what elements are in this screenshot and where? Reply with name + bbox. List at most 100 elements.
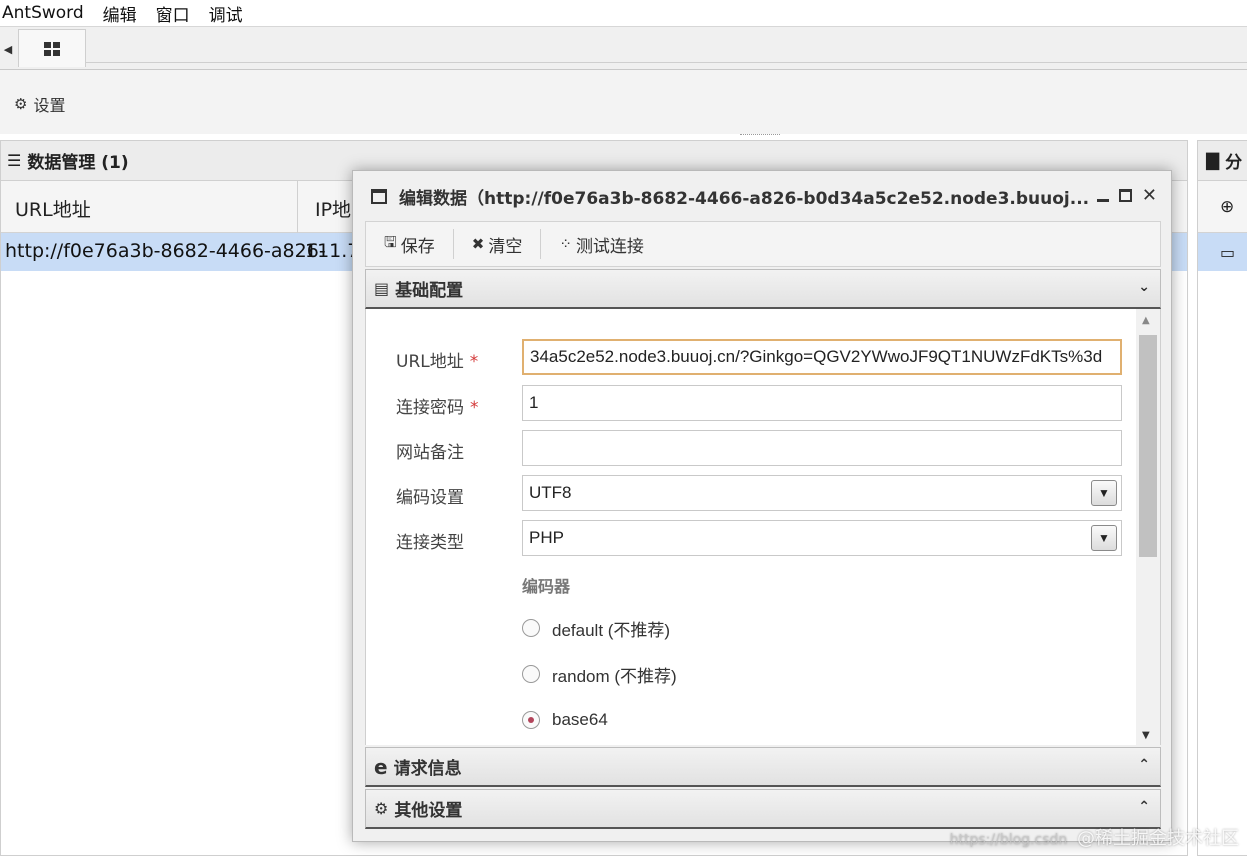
- dialog-toolbar: 🖫 保存 ✖ 清空 ⁘ 测试连接: [365, 221, 1161, 267]
- watermark-text: @稀土掘金技术社区: [1077, 828, 1239, 849]
- encoder-option-label: base64: [552, 710, 608, 729]
- main-toolbar: ⚙ 设置: [0, 70, 1247, 134]
- document-icon: ▤: [374, 279, 390, 298]
- folder-outline-icon: ▭: [1220, 242, 1236, 262]
- category-panel: ▇ 分 ⊕ ▭: [1197, 140, 1247, 856]
- category-panel-title: 分: [1225, 153, 1243, 173]
- url-input[interactable]: 34a5c2e52.node3.buuoj.cn/?Ginkgo=QGV2YWw…: [522, 339, 1122, 375]
- note-input[interactable]: [522, 430, 1122, 466]
- edge-icon: e: [374, 754, 388, 779]
- password-row: 连接密码 * 1: [366, 385, 1136, 421]
- menu-window[interactable]: 窗口: [156, 1, 190, 26]
- plus-circle-icon: ⊕: [1220, 196, 1235, 217]
- password-label: 连接密码 *: [396, 393, 479, 418]
- window-controls: ✕: [1096, 185, 1157, 206]
- url-label: URL地址 *: [396, 347, 478, 372]
- category-item[interactable]: ▭: [1198, 233, 1247, 271]
- list-icon: ☰: [7, 151, 22, 170]
- radio-button[interactable]: [522, 665, 540, 683]
- category-panel-header: ▇ 分: [1198, 141, 1247, 181]
- section-request-info[interactable]: e 请求信息 ⌃: [365, 747, 1161, 787]
- data-panel-title: 数据管理 (1): [27, 153, 129, 173]
- add-category-button[interactable]: ⊕: [1198, 181, 1247, 233]
- grid-icon: [44, 41, 60, 56]
- section-other-title: 其他设置: [394, 801, 463, 821]
- tab-scroll-left-icon[interactable]: ◀: [0, 37, 16, 61]
- save-button[interactable]: 🖫 保存: [366, 229, 453, 259]
- layout-splitter[interactable]: [740, 134, 780, 138]
- scrollbar-thumb[interactable]: [1139, 335, 1157, 557]
- encoder-option-default[interactable]: default (不推荐): [522, 615, 670, 641]
- menu-antsword[interactable]: AntSword: [2, 3, 84, 23]
- column-divider[interactable]: [297, 181, 298, 233]
- encoder-label: 编码器: [522, 577, 571, 596]
- save-label: 保存: [400, 236, 435, 257]
- watermark: https://blog.csdn @稀土掘金技术社区: [950, 824, 1239, 850]
- settings-label: 设置: [33, 96, 66, 115]
- spinner-icon: ⁘: [559, 235, 572, 253]
- encoding-value: UTF8: [529, 483, 572, 502]
- encoder-option-base64[interactable]: base64: [522, 707, 608, 733]
- form-scrollbar[interactable]: ▲ ▼: [1136, 309, 1160, 745]
- encoding-select[interactable]: UTF8 ▼: [522, 475, 1122, 511]
- required-marker: *: [469, 352, 479, 372]
- required-marker: *: [470, 398, 479, 418]
- tab-strip: [86, 29, 1247, 63]
- note-row: 网站备注: [366, 430, 1136, 466]
- gear-icon: ⚙: [14, 95, 28, 113]
- radio-button-checked[interactable]: [522, 711, 540, 729]
- settings-button[interactable]: ⚙ 设置: [14, 92, 65, 116]
- encoding-label: 编码设置: [396, 488, 464, 508]
- tab-home[interactable]: [18, 29, 86, 67]
- clear-label: 清空: [488, 236, 523, 257]
- watermark-url: https://blog.csdn: [949, 832, 1068, 848]
- chevron-up-icon: ⌃: [1138, 799, 1150, 815]
- chevron-down-icon: ⌄: [1138, 279, 1150, 295]
- section-basic-title: 基础配置: [395, 281, 464, 301]
- menu-bar: AntSword 编辑 窗口 调试: [0, 0, 1247, 26]
- radio-button[interactable]: [522, 619, 540, 637]
- encoder-option-label: default (不推荐): [552, 620, 671, 640]
- scroll-down-icon[interactable]: ▼: [1142, 730, 1150, 741]
- clear-button[interactable]: ✖ 清空: [454, 229, 541, 259]
- scroll-up-icon[interactable]: ▲: [1142, 315, 1150, 326]
- dialog-titlebar[interactable]: 编辑数据（http://f0e76a3b-8682-4466-a826-b0d3…: [353, 171, 1171, 221]
- url-label-text: URL地址: [396, 352, 464, 372]
- test-connection-button[interactable]: ⁘ 测试连接: [541, 229, 662, 259]
- chevron-up-icon: ⌃: [1138, 757, 1150, 773]
- cell-url: http://f0e76a3b-8682-4466-a826-: [5, 240, 326, 262]
- type-select[interactable]: PHP ▼: [522, 520, 1122, 556]
- encoding-row: 编码设置 UTF8 ▼: [366, 475, 1136, 511]
- maximize-icon[interactable]: [1118, 189, 1132, 202]
- column-url[interactable]: URL地址: [15, 195, 91, 222]
- encoder-option-label: random (不推荐): [552, 666, 677, 686]
- note-label: 网站备注: [396, 443, 464, 463]
- floppy-icon: 🖫: [384, 232, 397, 251]
- x-icon: ✖: [471, 235, 485, 253]
- type-value: PHP: [529, 528, 564, 547]
- section-other-settings[interactable]: ⚙ 其他设置 ⌃: [365, 789, 1161, 829]
- section-request-title: 请求信息: [393, 759, 462, 779]
- type-row: 连接类型 PHP ▼: [366, 520, 1136, 556]
- window-icon: [371, 188, 387, 204]
- section-basic-config[interactable]: ▤ 基础配置 ⌄: [365, 269, 1161, 309]
- chevron-down-icon[interactable]: ▼: [1091, 480, 1117, 506]
- menu-edit[interactable]: 编辑: [103, 1, 137, 26]
- menu-debug[interactable]: 调试: [209, 1, 243, 26]
- column-ip[interactable]: IP地: [315, 195, 351, 222]
- close-icon[interactable]: ✕: [1142, 185, 1157, 206]
- url-row: URL地址 * 34a5c2e52.node3.buuoj.cn/?Ginkgo=…: [366, 339, 1136, 375]
- password-input[interactable]: 1: [522, 385, 1122, 421]
- password-label-text: 连接密码: [396, 398, 464, 418]
- folder-icon: ▇: [1206, 150, 1220, 171]
- type-label: 连接类型: [396, 533, 464, 553]
- chevron-down-icon[interactable]: ▼: [1091, 525, 1117, 551]
- tab-bar: ◀: [0, 26, 1247, 70]
- gears-icon: ⚙: [374, 799, 389, 818]
- dialog-title: 编辑数据（http://f0e76a3b-8682-4466-a826-b0d3…: [399, 188, 1089, 209]
- minimize-icon[interactable]: [1096, 199, 1109, 202]
- test-connection-label: 测试连接: [575, 236, 644, 257]
- edit-data-dialog: 编辑数据（http://f0e76a3b-8682-4466-a826-b0d3…: [352, 170, 1172, 842]
- encoder-option-random[interactable]: random (不推荐): [522, 661, 677, 687]
- basic-config-form: URL地址 * 34a5c2e52.node3.buuoj.cn/?Ginkgo=…: [365, 309, 1161, 745]
